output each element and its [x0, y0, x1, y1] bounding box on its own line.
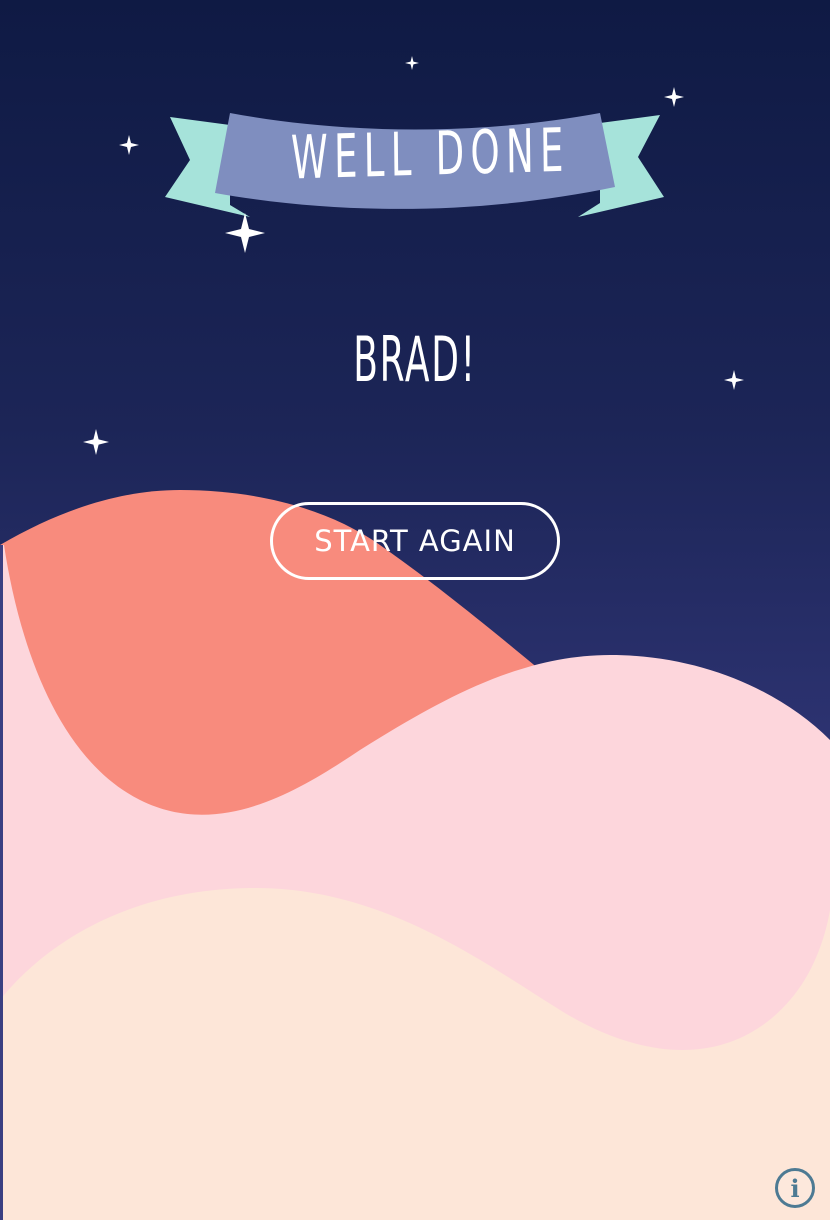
- sparkle-icon: [664, 87, 684, 107]
- sparkle-icon: [405, 56, 419, 70]
- sparkle-icon: [119, 135, 139, 155]
- start-again-button[interactable]: START AGAIN: [270, 502, 560, 580]
- sparkle-icon: [724, 370, 744, 390]
- banner-title: WELL DONE: [290, 115, 570, 194]
- sparkle-icon: [83, 429, 109, 455]
- left-edge-strip: [0, 545, 3, 1220]
- sparkle-icon: [225, 213, 265, 253]
- info-icon[interactable]: i: [775, 1168, 815, 1208]
- player-name: BRAD!: [353, 323, 477, 396]
